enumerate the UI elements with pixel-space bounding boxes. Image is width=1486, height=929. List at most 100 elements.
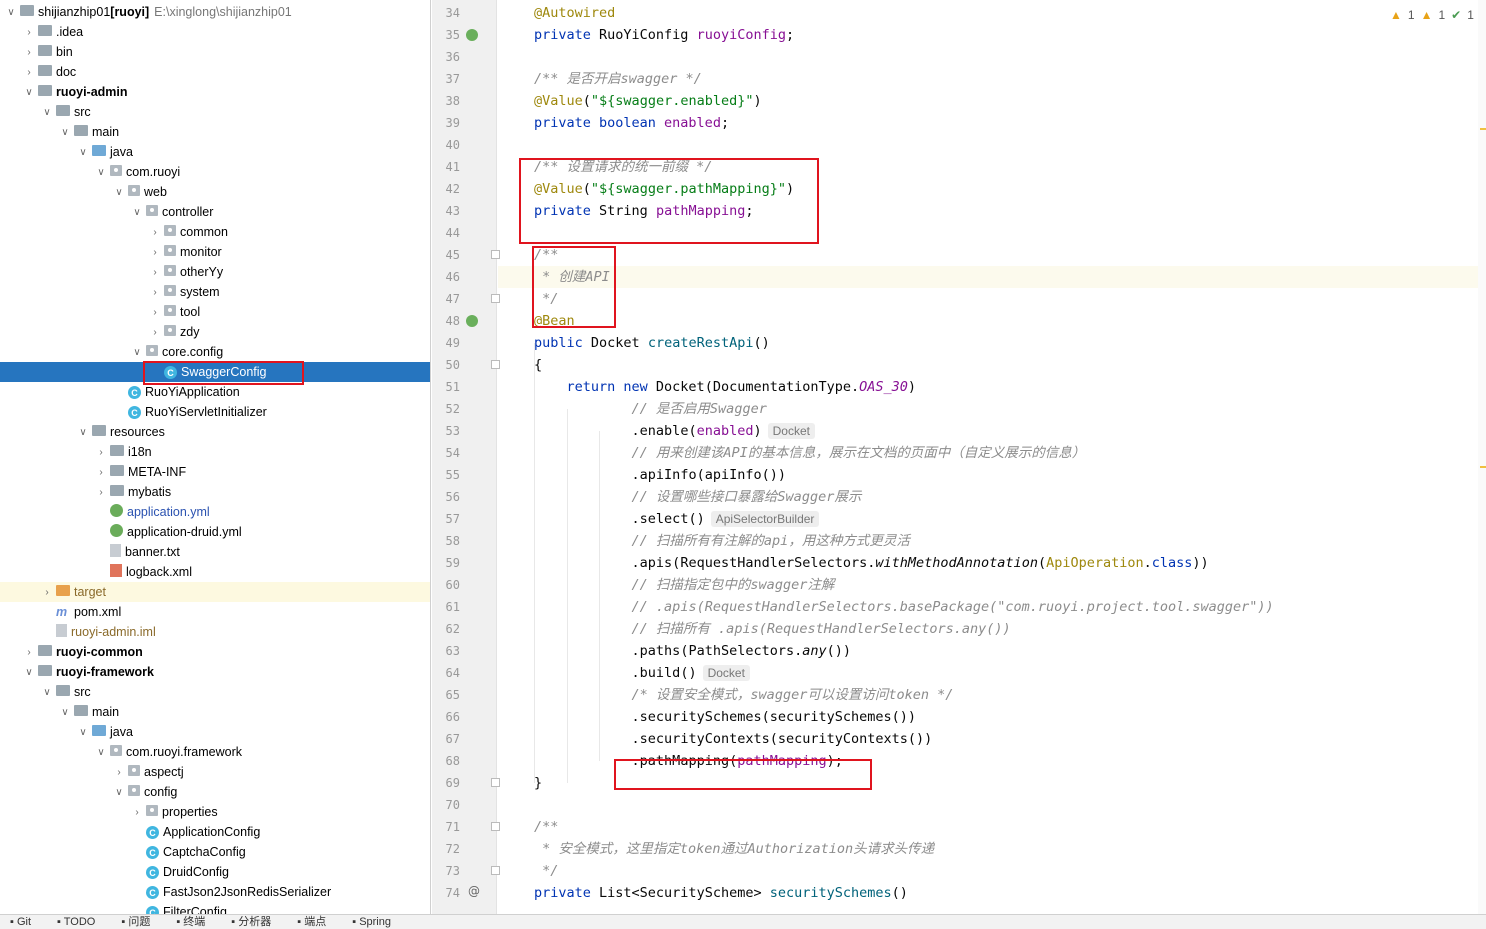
fold-marker-icon[interactable]: [491, 822, 500, 831]
code-line[interactable]: return new Docket(DocumentationType.OAS_…: [567, 376, 917, 398]
code-line[interactable]: // 扫描所有有注解的api，用这种方式更灵活: [632, 530, 910, 552]
chevron-down-icon[interactable]: ∨: [76, 727, 90, 738]
tree-row-common[interactable]: › common: [0, 222, 430, 242]
chevron-right-icon[interactable]: ›: [94, 467, 108, 478]
tree-row-src[interactable]: ∨ src: [0, 682, 430, 702]
fold-marker-icon[interactable]: [491, 360, 500, 369]
code-line[interactable]: .build() Docket: [632, 662, 750, 684]
chevron-right-icon[interactable]: ›: [148, 227, 162, 238]
tree-row-doc[interactable]: › doc: [0, 62, 430, 82]
tree-row-filterconfig[interactable]: C FilterConfig: [0, 902, 430, 914]
tree-row-aspectj[interactable]: › aspectj: [0, 762, 430, 782]
code-line[interactable]: * 创建API: [498, 266, 1486, 288]
chevron-down-icon[interactable]: ∨: [4, 7, 18, 18]
tree-row-mybatis[interactable]: › mybatis: [0, 482, 430, 502]
tree-row-tool[interactable]: › tool: [0, 302, 430, 322]
chevron-right-icon[interactable]: ›: [22, 67, 36, 78]
tree-row-applicationconfig[interactable]: C ApplicationConfig: [0, 822, 430, 842]
chevron-down-icon[interactable]: ∨: [76, 147, 90, 158]
tree-row-captchaconfig[interactable]: C CaptchaConfig: [0, 842, 430, 862]
tree-row-i18n[interactable]: › i18n: [0, 442, 430, 462]
code-line[interactable]: @Autowired: [534, 2, 615, 24]
chevron-right-icon[interactable]: ›: [40, 587, 54, 598]
chevron-down-icon[interactable]: ∨: [40, 687, 54, 698]
code-line[interactable]: }: [534, 772, 542, 794]
tree-row-pom-xml[interactable]: m pom.xml: [0, 602, 430, 622]
code-line[interactable]: // 设置哪些接口暴露给Swagger展示: [632, 486, 862, 508]
code-line[interactable]: .securitySchemes(securitySchemes()): [632, 706, 916, 728]
code-line[interactable]: .apiInfo(apiInfo()): [632, 464, 786, 486]
tree-row-resources[interactable]: ∨ resources: [0, 422, 430, 442]
chevron-down-icon[interactable]: ∨: [130, 347, 144, 358]
tree-row-bin[interactable]: › bin: [0, 42, 430, 62]
chevron-right-icon[interactable]: ›: [130, 807, 144, 818]
tree-row-fastjson2jsonredisserializer[interactable]: C FastJson2JsonRedisSerializer: [0, 882, 430, 902]
tree-row-src[interactable]: ∨ src: [0, 102, 430, 122]
chevron-right-icon[interactable]: ›: [94, 447, 108, 458]
tree-row-application-yml[interactable]: application.yml: [0, 502, 430, 522]
chevron-right-icon[interactable]: ›: [148, 307, 162, 318]
code-line[interactable]: // 扫描指定包中的swagger注解: [632, 574, 835, 596]
code-line[interactable]: .paths(PathSelectors.any()): [632, 640, 851, 662]
chevron-down-icon[interactable]: ∨: [112, 787, 126, 798]
fold-marker-icon[interactable]: [491, 866, 500, 875]
code-line[interactable]: // 用来创建该API的基本信息，展示在文档的页面中（自定义展示的信息）: [632, 442, 1086, 464]
tree-row-banner-txt[interactable]: banner.txt: [0, 542, 430, 562]
code-line[interactable]: public Docket createRestApi(): [534, 332, 770, 354]
chevron-right-icon[interactable]: ›: [22, 47, 36, 58]
tree-row-ruoyi-admin[interactable]: ∨ ruoyi-admin: [0, 82, 430, 102]
tree-row-controller[interactable]: ∨ controller: [0, 202, 430, 222]
fold-marker-icon[interactable]: [491, 778, 500, 787]
tree-row-ruoyi-framework[interactable]: ∨ ruoyi-framework: [0, 662, 430, 682]
code-line[interactable]: private boolean enabled;: [534, 112, 729, 134]
tool-tab-1[interactable]: ▪ TODO: [57, 915, 95, 929]
chevron-down-icon[interactable]: ∨: [94, 747, 108, 758]
code-line[interactable]: {: [534, 354, 542, 376]
tree-row-application-druid-yml[interactable]: application-druid.yml: [0, 522, 430, 542]
code-line[interactable]: private List<SecurityScheme> securitySch…: [534, 882, 908, 904]
chevron-down-icon[interactable]: ∨: [22, 667, 36, 678]
tree-row-com-ruoyi[interactable]: ∨ com.ruoyi: [0, 162, 430, 182]
spring-bean-icon[interactable]: [466, 315, 478, 327]
chevron-right-icon[interactable]: ›: [148, 267, 162, 278]
tree-row-monitor[interactable]: › monitor: [0, 242, 430, 262]
fold-marker-icon[interactable]: [491, 250, 500, 259]
chevron-down-icon[interactable]: ∨: [58, 127, 72, 138]
chevron-right-icon[interactable]: ›: [148, 327, 162, 338]
tree-row-main[interactable]: ∨ main: [0, 702, 430, 722]
code-line[interactable]: /** 是否开启swagger */: [534, 68, 702, 90]
tree-row-otheryy[interactable]: › otherYy: [0, 262, 430, 282]
chevron-down-icon[interactable]: ∨: [112, 187, 126, 198]
tree-row-zdy[interactable]: › zdy: [0, 322, 430, 342]
tool-tab-3[interactable]: ▪ 终端: [176, 915, 205, 929]
code-line[interactable]: /* 设置安全模式，swagger可以设置访问token */: [632, 684, 954, 706]
chevron-right-icon[interactable]: ›: [22, 27, 36, 38]
code-line[interactable]: .securityContexts(securityContexts()): [632, 728, 933, 750]
tree-row-web[interactable]: ∨ web: [0, 182, 430, 202]
tool-tab-5[interactable]: ▪ 端点: [297, 915, 326, 929]
code-line[interactable]: .select() ApiSelectorBuilder: [632, 508, 820, 530]
chevron-down-icon[interactable]: ∨: [76, 427, 90, 438]
chevron-right-icon[interactable]: ›: [94, 487, 108, 498]
tool-tab-0[interactable]: ▪ Git: [10, 915, 31, 929]
tool-tab-2[interactable]: ▪ 问题: [121, 915, 150, 929]
code-line[interactable]: // .apis(RequestHandlerSelectors.basePac…: [632, 596, 1274, 618]
code-line[interactable]: // 是否启用Swagger: [632, 398, 767, 420]
chevron-right-icon[interactable]: ›: [148, 287, 162, 298]
fold-marker-icon[interactable]: [491, 294, 500, 303]
code-editor[interactable]: 34 35 36 37 38 39 40 41 42 43 44 45 46 47 48 49 50 51 52 53…: [432, 0, 1486, 914]
chevron-right-icon[interactable]: ›: [112, 767, 126, 778]
code-line[interactable]: private RuoYiConfig ruoyiConfig;: [534, 24, 794, 46]
tree-row--idea[interactable]: › .idea: [0, 22, 430, 42]
tool-tab-6[interactable]: ▪ Spring: [352, 915, 391, 929]
override-icon[interactable]: @: [468, 884, 480, 898]
chevron-down-icon[interactable]: ∨: [58, 707, 72, 718]
chevron-right-icon[interactable]: ›: [148, 247, 162, 258]
tree-row-ruoyi-common[interactable]: › ruoyi-common: [0, 642, 430, 662]
tree-row-logback-xml[interactable]: logback.xml: [0, 562, 430, 582]
tree-row-ruoyi-admin-iml[interactable]: ruoyi-admin.iml: [0, 622, 430, 642]
code-line[interactable]: /**: [534, 816, 558, 838]
tool-tab-4[interactable]: ▪ 分析器: [231, 915, 271, 929]
tree-row-druidconfig[interactable]: C DruidConfig: [0, 862, 430, 882]
editor-scrollbar[interactable]: [1478, 0, 1486, 914]
